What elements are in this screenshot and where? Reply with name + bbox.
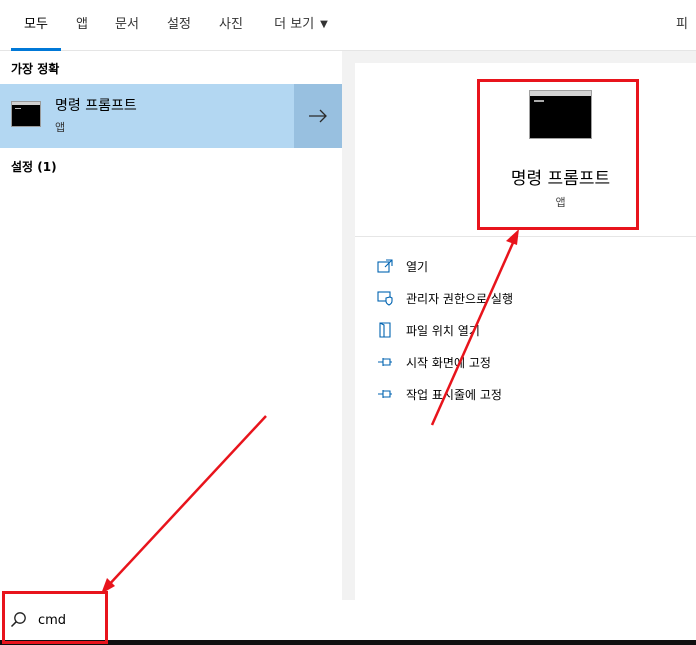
detail-divider [355, 236, 696, 237]
action-run-as-admin[interactable]: 관리자 권한으로 실행 [376, 287, 513, 309]
tab-settings-label: 설정 [167, 17, 191, 32]
detail-app-kind: 앱 [555, 196, 566, 209]
tab-documents[interactable]: 문서 [106, 0, 148, 51]
detail-app-name: 명령 프롬프트 [510, 169, 611, 189]
detail-pane: 명령 프롬프트 앱 열기 관리자 권한으로 실행 파일 위치 열기 시작 화면에… [355, 63, 696, 600]
file-location-icon [376, 321, 394, 339]
tab-apps-label: 앱 [76, 17, 88, 32]
taskbar [0, 640, 696, 645]
tab-settings[interactable]: 설정 [158, 0, 200, 51]
action-pin-to-start-label: 시작 화면에 고정 [406, 355, 491, 370]
tab-all[interactable]: 모두 [11, 0, 61, 51]
tab-photos[interactable]: 사진 [210, 0, 252, 51]
action-open-file-location-label: 파일 위치 열기 [406, 323, 480, 338]
tab-all-label: 모두 [24, 17, 48, 32]
command-prompt-icon [11, 101, 41, 127]
open-icon [376, 257, 394, 275]
search-bar [0, 600, 696, 640]
feedback-label: 피드백 [676, 17, 688, 32]
action-open[interactable]: 열기 [376, 255, 428, 277]
action-pin-to-start[interactable]: 시작 화면에 고정 [376, 351, 491, 373]
arrow-right-icon [309, 109, 327, 123]
settings-heading[interactable]: 설정 (1) [11, 158, 57, 175]
tab-apps[interactable]: 앱 [68, 0, 96, 51]
action-open-label: 열기 [406, 259, 429, 274]
chevron-down-icon: ▼ [320, 19, 328, 30]
best-match-heading: 가장 정확 [11, 62, 60, 76]
tab-more[interactable]: 더 보기 ▼ [264, 0, 338, 51]
search-icon [10, 611, 27, 632]
shield-icon [376, 289, 394, 307]
action-pin-to-taskbar-label: 작업 표시줄에 고정 [406, 387, 502, 402]
action-pin-to-taskbar[interactable]: 작업 표시줄에 고정 [376, 383, 502, 405]
command-prompt-large-icon [529, 90, 592, 139]
search-input[interactable] [38, 609, 338, 631]
expand-arrow-button[interactable] [294, 84, 342, 148]
feedback-button[interactable]: 피드백 [676, 0, 696, 51]
best-match-name: 명령 프롬프트 [55, 98, 137, 114]
best-match-kind: 앱 [55, 121, 66, 134]
pin-icon [376, 385, 394, 403]
action-run-as-admin-label: 관리자 권한으로 실행 [406, 291, 513, 306]
tab-photos-label: 사진 [219, 17, 243, 32]
action-open-file-location[interactable]: 파일 위치 열기 [376, 319, 480, 341]
search-tab-bar: 모두 앱 문서 설정 사진 더 보기 ▼ 피드백 [0, 0, 696, 51]
results-pane: 가장 정확 명령 프롬프트 앱 설정 (1) [0, 51, 342, 600]
best-match-result[interactable]: 명령 프롬프트 앱 [0, 84, 342, 148]
pin-icon [376, 353, 394, 371]
tab-documents-label: 문서 [115, 17, 139, 32]
tab-more-label: 더 보기 [274, 17, 315, 32]
